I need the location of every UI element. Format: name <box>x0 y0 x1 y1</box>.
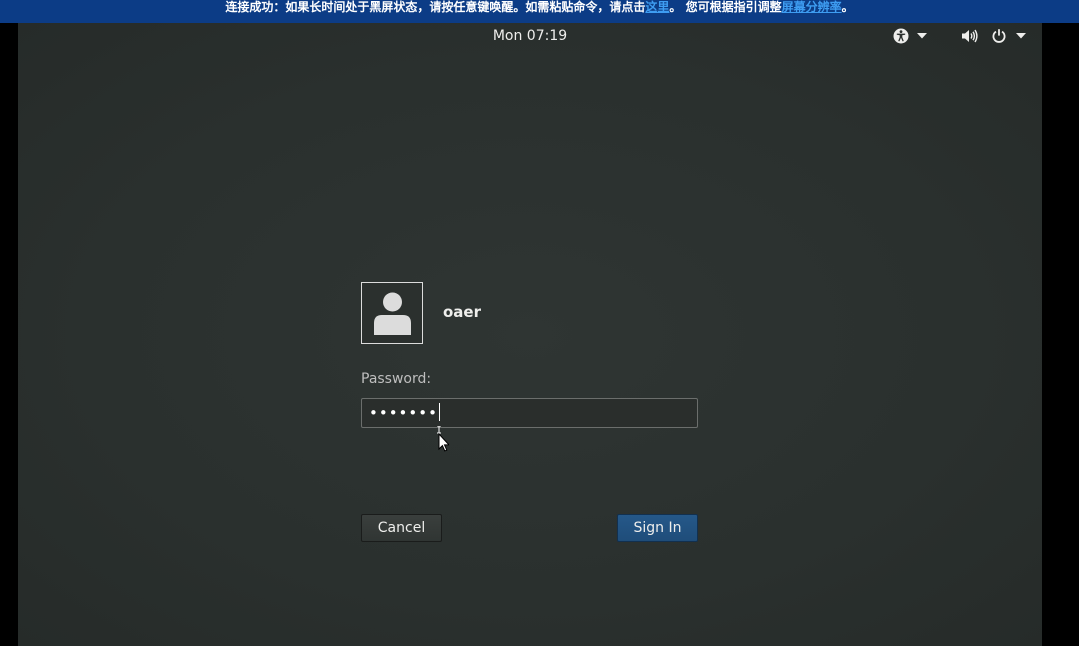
accessibility-menu[interactable] <box>889 25 931 47</box>
chevron-down-icon <box>917 33 927 39</box>
connection-banner: 连接成功：如果长时间处于黑屏状态，请按任意键唤醒。如需粘贴命令，请点击这里。 您… <box>0 0 1079 23</box>
text-caret <box>438 403 440 421</box>
mouse-pointer-icon <box>435 425 451 456</box>
login-screen: Mon 07:19 oaer Password: ••••••• Cancel … <box>18 23 1042 646</box>
top-bar-tray <box>889 25 1030 47</box>
login-dialog: oaer Password: ••••••• Cancel Sign In <box>361 282 698 544</box>
volume-icon <box>961 28 979 44</box>
power-icon <box>991 28 1007 44</box>
paste-command-link[interactable]: 这里 <box>645 0 669 14</box>
banner-text-middle: 。 您可根据指引调整 <box>669 0 782 14</box>
screen-resolution-link[interactable]: 屏幕分辨率 <box>782 0 842 14</box>
password-input[interactable]: ••••••• <box>361 398 698 428</box>
username-label: oaer <box>443 303 481 321</box>
password-value: ••••••• <box>369 404 438 422</box>
user-icon <box>374 292 411 335</box>
accessibility-icon <box>893 28 909 44</box>
user-avatar <box>361 282 423 344</box>
chevron-down-icon <box>1016 33 1026 39</box>
banner-text-after: 。 <box>841 0 854 14</box>
system-menu[interactable] <box>957 25 1030 47</box>
cancel-button[interactable]: Cancel <box>361 514 442 542</box>
password-label: Password: <box>361 371 432 387</box>
banner-text-before: 连接成功：如果长时间处于黑屏状态，请按任意键唤醒。如需粘贴命令，请点击 <box>225 0 646 14</box>
sign-in-button[interactable]: Sign In <box>617 514 698 542</box>
